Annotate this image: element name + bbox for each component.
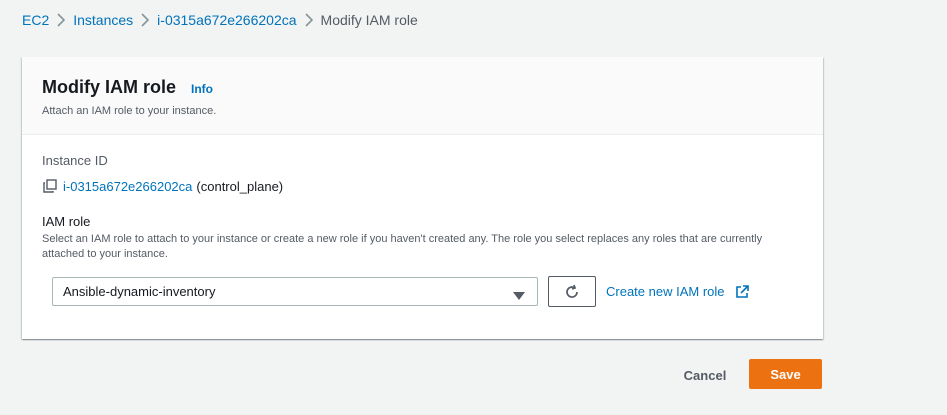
- caret-down-icon: [513, 288, 525, 300]
- breadcrumb-instances[interactable]: Instances: [73, 12, 133, 28]
- panel-description: Attach an IAM role to your instance.: [42, 105, 217, 117]
- chevron-right-icon: [133, 13, 157, 27]
- panel-header: Modify IAM role Info Attach an IAM role …: [22, 57, 823, 135]
- instance-id-link[interactable]: i-0315a672e266202ca: [63, 179, 192, 194]
- cancel-button[interactable]: Cancel: [672, 362, 738, 388]
- breadcrumb: EC2 Instances i-0315a672e266202ca Modify…: [22, 10, 418, 30]
- create-iam-role-link[interactable]: Create new IAM role: [606, 284, 749, 299]
- breadcrumb-instance-id[interactable]: i-0315a672e266202ca: [157, 12, 296, 28]
- iam-role-description: Select an IAM role to attach to your ins…: [42, 233, 763, 260]
- instance-id-row: i-0315a672e266202ca (control_plane): [42, 178, 803, 194]
- iam-role-select[interactable]: Ansible-dynamic-inventory: [52, 277, 538, 306]
- chevron-right-icon: [297, 13, 321, 27]
- instance-id-label: Instance ID: [42, 153, 108, 168]
- panel-body: Instance ID i-0315a672e266202ca (control…: [22, 135, 823, 307]
- iam-role-label: IAM role: [42, 214, 91, 229]
- breadcrumb-ec2[interactable]: EC2: [22, 12, 49, 28]
- refresh-icon: [564, 284, 580, 300]
- copy-icon[interactable]: [42, 178, 58, 194]
- refresh-button[interactable]: [548, 276, 596, 307]
- modify-iam-role-panel: Modify IAM role Info Attach an IAM role …: [22, 57, 823, 339]
- save-button[interactable]: Save: [749, 359, 822, 389]
- external-link-icon: [735, 284, 749, 299]
- chevron-right-icon: [49, 13, 73, 27]
- breadcrumb-current: Modify IAM role: [320, 12, 418, 28]
- page-title: Modify IAM role: [42, 77, 176, 97]
- create-iam-role-label: Create new IAM role: [606, 284, 725, 299]
- iam-role-select-row: Ansible-dynamic-inventory Create new IAM…: [52, 276, 803, 307]
- instance-name: (control_plane): [196, 178, 284, 194]
- iam-role-selected-value: Ansible-dynamic-inventory: [63, 284, 216, 299]
- info-link[interactable]: Info: [191, 82, 213, 96]
